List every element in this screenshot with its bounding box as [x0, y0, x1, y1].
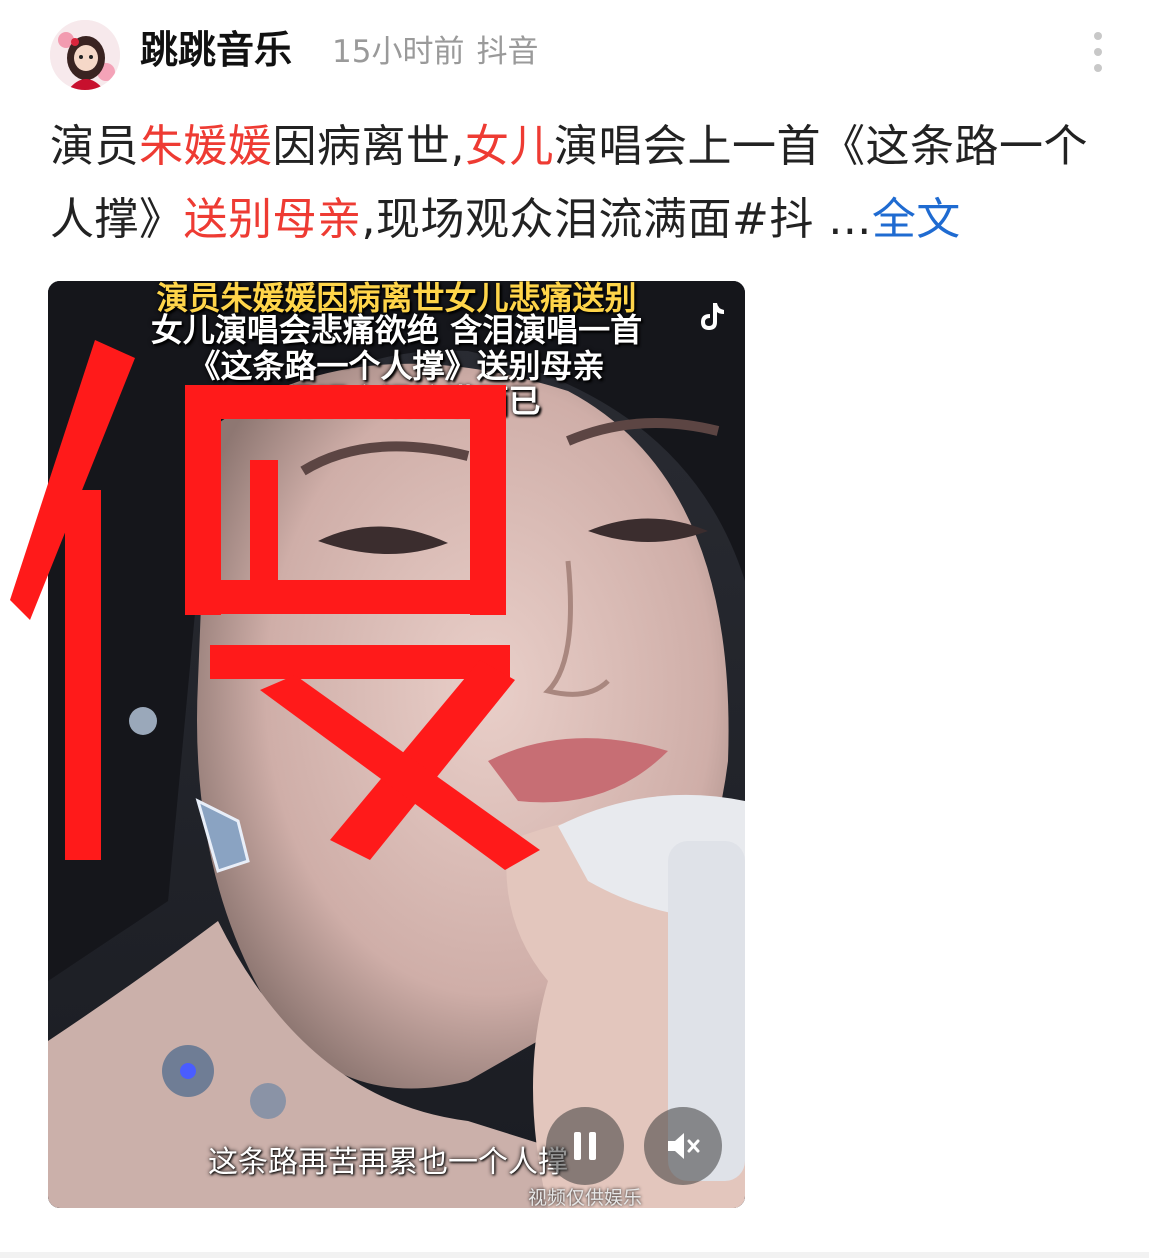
post-meta: 15小时前 抖音: [332, 30, 550, 74]
post-text-part: 演员: [50, 121, 139, 172]
more-options-button[interactable]: [1080, 28, 1116, 76]
mute-icon: [668, 1133, 700, 1159]
more-dots-icon: [1094, 32, 1102, 40]
highlight-daughter[interactable]: 女儿: [465, 121, 554, 172]
avatar[interactable]: [50, 20, 120, 90]
highlight-farewell[interactable]: 送别母亲: [184, 194, 362, 245]
tiktok-icon: [701, 303, 724, 330]
pause-button[interactable]: [546, 1107, 624, 1185]
mute-button[interactable]: [644, 1107, 722, 1185]
lyric-subtitle: 这条路再苦再累也一个人撑: [208, 1145, 568, 1180]
highlight-name[interactable]: 朱媛媛: [139, 121, 273, 172]
post-text: 演员朱媛媛因病离世,女儿演唱会上一首《这条路一个人撑》送别母亲,现场观众泪流满面…: [50, 110, 1110, 256]
video-player[interactable]: 演员朱媛媛因病离世女儿悲痛送别 女儿演唱会悲痛欲绝 含泪演唱一首 《这条路一个人…: [48, 281, 745, 1208]
pause-icon: [574, 1132, 596, 1160]
post-source: 抖音: [476, 34, 539, 70]
divider: [0, 1252, 1149, 1258]
avatar-image: [50, 20, 120, 90]
expand-full-text-link[interactable]: 全文: [872, 194, 961, 245]
post-time: 15小时前: [332, 34, 465, 70]
post-text-part: 因病离世,: [272, 121, 465, 172]
video-caption-line: 现场观众泪流满面已: [252, 382, 541, 420]
author-name[interactable]: 跳跳音乐: [140, 24, 292, 76]
post-text-part: ,现场观众泪流满面#抖 ...: [361, 194, 872, 245]
video-watermark: 视频仅供娱乐: [528, 1187, 643, 1208]
